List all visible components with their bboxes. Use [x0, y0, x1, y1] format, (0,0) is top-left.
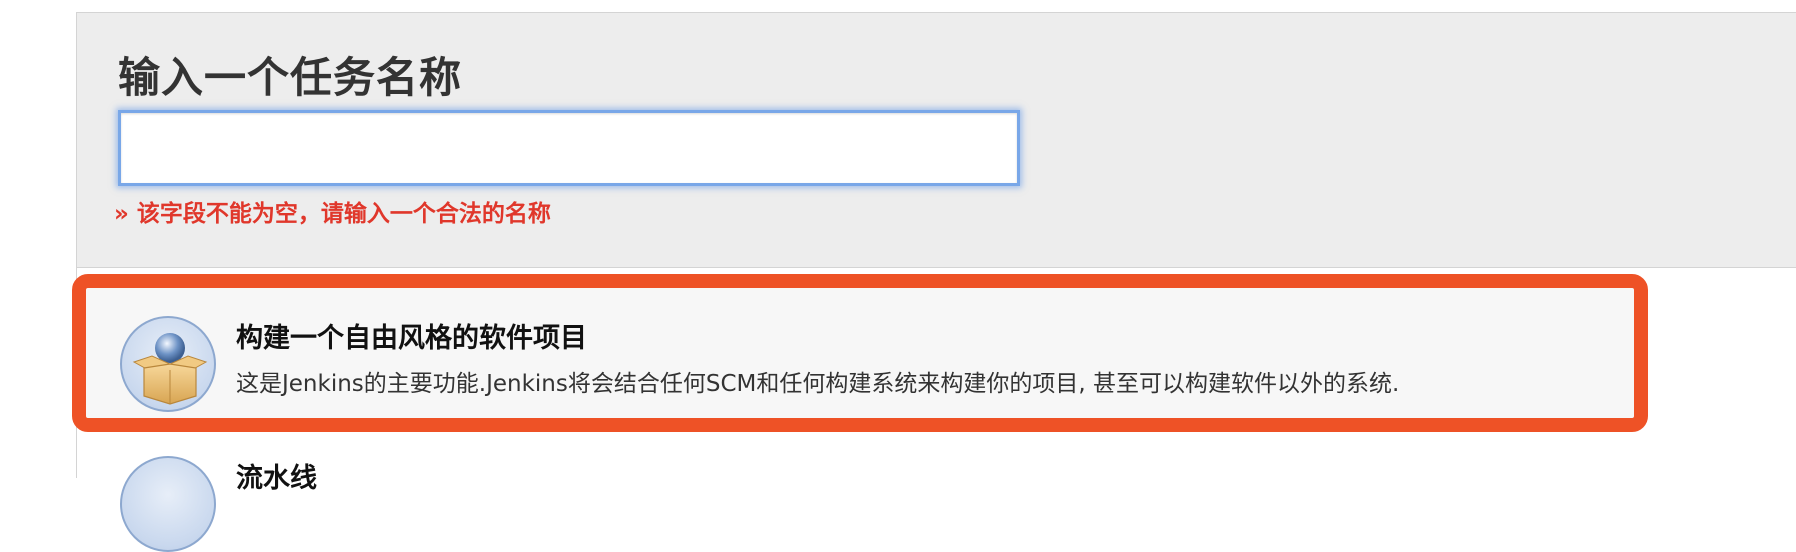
- pipeline-icon: [120, 456, 216, 552]
- page-title: 输入一个任务名称: [118, 53, 463, 102]
- item-type-pipeline-title: 流水线: [236, 463, 317, 494]
- validation-error-message: » 该字段不能为空，请输入一个合法的名称: [114, 201, 551, 227]
- item-name-input[interactable]: [118, 110, 1020, 186]
- item-type-freestyle-title: 构建一个自由风格的软件项目: [236, 323, 587, 354]
- freestyle-project-icon: [120, 316, 216, 412]
- item-type-freestyle-description: 这是Jenkins的主要功能.Jenkins将会结合任何SCM和任何构建系统来构…: [236, 371, 1400, 397]
